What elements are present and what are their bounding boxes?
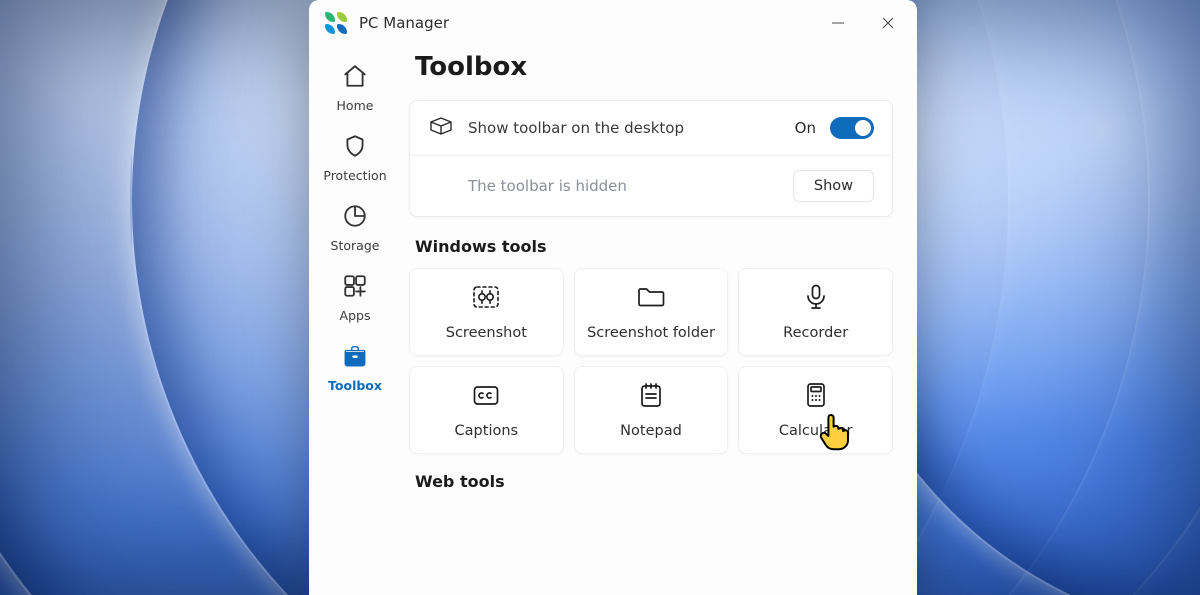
calculator-icon	[801, 381, 831, 413]
toolbox-icon	[342, 343, 368, 372]
sidebar: Home Protection Storage Apps	[309, 46, 401, 595]
tool-notepad[interactable]: Notepad	[574, 366, 729, 454]
sidebar-item-storage[interactable]: Storage	[315, 194, 395, 262]
captions-icon	[471, 381, 501, 413]
desktop-toolbar-card: Show toolbar on the desktop On The toolb…	[409, 100, 893, 217]
shield-icon	[342, 133, 368, 162]
main-content: Toolbox Show toolbar on the desktop On	[401, 46, 917, 595]
tool-label: Notepad	[620, 423, 682, 439]
toolbar-hidden-label: The toolbar is hidden	[468, 177, 627, 195]
app-logo-icon	[325, 12, 347, 34]
sidebar-item-label: Apps	[340, 308, 371, 323]
microphone-icon	[801, 283, 831, 315]
screenshot-icon	[471, 283, 501, 315]
sidebar-item-label: Storage	[331, 238, 380, 253]
section-title-web-tools: Web tools	[415, 472, 893, 491]
sidebar-item-apps[interactable]: Apps	[315, 264, 395, 332]
pie-icon	[342, 203, 368, 232]
page-title: Toolbox	[415, 52, 893, 82]
folder-icon	[636, 283, 666, 315]
tool-label: Calculator	[779, 423, 853, 439]
sidebar-item-label: Toolbox	[328, 378, 382, 393]
show-toolbar-button[interactable]: Show	[793, 170, 874, 202]
sidebar-item-label: Protection	[323, 168, 386, 183]
tool-captions[interactable]: Captions	[409, 366, 564, 454]
section-title-windows-tools: Windows tools	[415, 237, 893, 256]
tool-label: Captions	[455, 423, 519, 439]
notepad-icon	[636, 381, 666, 413]
toggle-state-label: On	[795, 119, 816, 137]
tool-label: Screenshot folder	[587, 325, 715, 341]
windows-tools-grid: Screenshot Screenshot folder	[409, 268, 893, 454]
sidebar-item-protection[interactable]: Protection	[315, 124, 395, 192]
tool-label: Recorder	[783, 325, 848, 341]
tool-recorder[interactable]: Recorder	[738, 268, 893, 356]
home-icon	[342, 63, 368, 92]
sidebar-item-label: Home	[337, 98, 374, 113]
tool-label: Screenshot	[446, 325, 527, 341]
sidebar-item-home[interactable]: Home	[315, 54, 395, 122]
tool-screenshot-folder[interactable]: Screenshot folder	[574, 268, 729, 356]
close-button[interactable]	[863, 0, 913, 46]
app-title: PC Manager	[359, 14, 449, 32]
apps-icon	[342, 273, 368, 302]
desktop-toolbar-label: Show toolbar on the desktop	[468, 119, 684, 137]
tool-calculator[interactable]: Calculator	[738, 366, 893, 454]
tool-screenshot[interactable]: Screenshot	[409, 268, 564, 356]
pc-manager-window: PC Manager Home Protection	[309, 0, 917, 595]
titlebar: PC Manager	[309, 0, 917, 46]
desktop-toolbar-toggle[interactable]	[830, 117, 874, 139]
toolbar-icon	[428, 115, 454, 141]
minimize-button[interactable]	[813, 0, 863, 46]
sidebar-item-toolbox[interactable]: Toolbox	[315, 334, 395, 402]
